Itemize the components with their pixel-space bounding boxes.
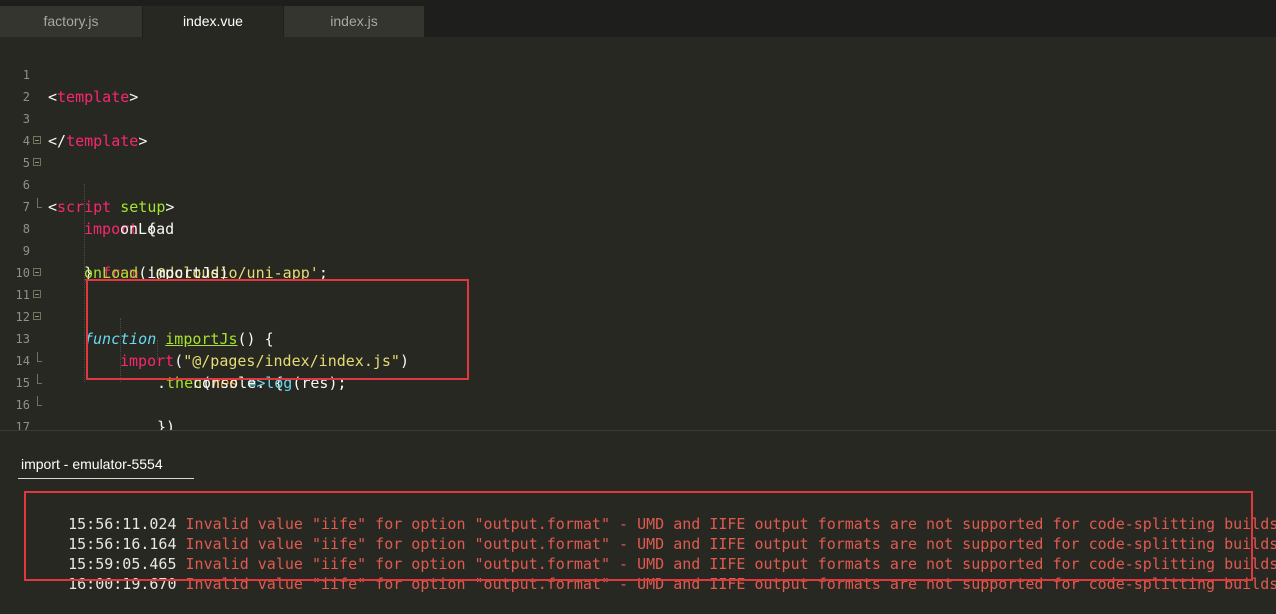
console-panel: import - emulator-5554 15:56:11.024 Inva… (0, 431, 1276, 593)
code-line: 8 } from '@dcloudio/uni-app'; (0, 196, 1276, 282)
code-line: 17 </script> (0, 394, 1276, 480)
code-editor[interactable]: 1 <template> 2 3 </template> 4 5 <script… (0, 37, 1276, 480)
code-line: 2 (0, 64, 1276, 104)
fold-end-marker (37, 352, 42, 362)
fold-toggle-icon[interactable] (33, 312, 41, 320)
tab-bar: factory.js index.vue index.js (0, 0, 1276, 37)
code-line: 6 import { (0, 152, 1276, 238)
fold-toggle-icon[interactable] (33, 136, 41, 144)
tab-factory-js[interactable]: factory.js (0, 6, 142, 37)
code-highlight-box (86, 279, 469, 380)
console-highlight-box (24, 491, 1253, 581)
console-tab-title[interactable]: import - emulator-5554 (21, 456, 163, 472)
fold-toggle-icon[interactable] (33, 158, 41, 166)
fold-toggle-icon[interactable] (33, 290, 41, 298)
code-line: 4 (0, 108, 1276, 148)
tab-index-js[interactable]: index.js (284, 6, 424, 37)
code-line: 1 <template> (0, 42, 1276, 106)
code-line: 7 onLoad (0, 174, 1276, 238)
fold-end-marker (37, 396, 42, 406)
tab-index-vue[interactable]: index.vue (143, 6, 283, 37)
code-line: 3 </template> (0, 86, 1276, 150)
fold-toggle-icon[interactable] (33, 268, 41, 276)
console-tab-underline (18, 478, 194, 479)
code-line: 5 <script setup> (0, 130, 1276, 216)
fold-end-marker (37, 374, 42, 384)
fold-end-marker (37, 198, 42, 208)
code-line: 10 (0, 240, 1276, 280)
code-line: 9 onLoad(importJs) (0, 218, 1276, 282)
